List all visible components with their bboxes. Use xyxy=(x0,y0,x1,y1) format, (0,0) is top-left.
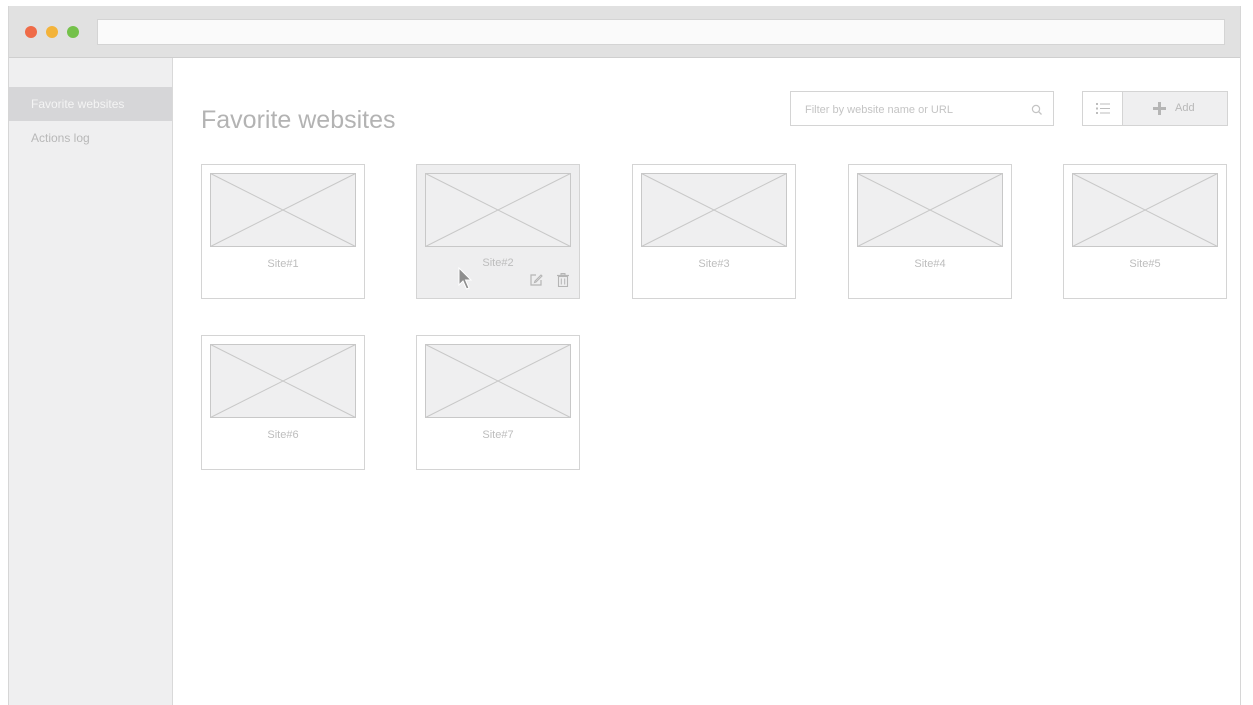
site-card-label: Site#2 xyxy=(482,257,514,269)
sidebar: Favorite websites Actions log xyxy=(9,58,173,705)
edit-icon[interactable] xyxy=(529,273,543,292)
address-bar[interactable] xyxy=(97,19,1225,45)
minimize-window-button[interactable] xyxy=(46,26,58,38)
site-card-label: Site#6 xyxy=(267,429,299,441)
search-box xyxy=(790,91,1054,126)
page-title: Favorite websites xyxy=(201,105,396,134)
add-button-label: Add xyxy=(1175,102,1195,114)
plus-icon xyxy=(1153,102,1166,120)
site-card-label: Site#5 xyxy=(1129,258,1161,270)
trash-icon[interactable] xyxy=(557,273,569,292)
site-card-label: Site#7 xyxy=(482,429,514,441)
toolbar-button-group: Add xyxy=(1082,91,1228,126)
sidebar-item-favorite-websites[interactable]: Favorite websites xyxy=(9,87,172,121)
search-input[interactable] xyxy=(803,100,1017,120)
image-placeholder-icon xyxy=(425,344,571,418)
site-card[interactable]: Site#7 xyxy=(416,335,580,470)
sidebar-item-actions-log[interactable]: Actions log xyxy=(9,121,172,155)
site-card-label: Site#4 xyxy=(914,258,946,270)
image-placeholder-icon xyxy=(210,173,356,247)
browser-titlebar xyxy=(9,6,1240,58)
site-card[interactable]: Site#1 xyxy=(201,164,365,299)
image-placeholder-icon xyxy=(641,173,787,247)
image-placeholder-icon xyxy=(857,173,1003,247)
main-content: Favorite websites Filter by website name… xyxy=(173,58,1240,705)
add-button[interactable]: Add xyxy=(1123,92,1227,125)
site-card-label: Site#3 xyxy=(698,258,730,270)
maximize-window-button[interactable] xyxy=(67,26,79,38)
search-icon[interactable] xyxy=(1031,103,1043,115)
mouse-cursor-icon xyxy=(458,266,474,296)
site-card[interactable]: Site#6 xyxy=(201,335,365,470)
list-view-button[interactable] xyxy=(1083,92,1123,125)
site-card[interactable]: Site#3 xyxy=(632,164,796,299)
image-placeholder-icon xyxy=(425,173,571,247)
site-card[interactable]: Site#2 xyxy=(416,164,580,299)
card-actions xyxy=(519,273,569,292)
site-card[interactable]: Site#4 xyxy=(848,164,1012,299)
site-card[interactable]: Site#5 xyxy=(1063,164,1227,299)
browser-window: Favorite websites Actions log Favorite w… xyxy=(8,6,1241,705)
close-window-button[interactable] xyxy=(25,26,37,38)
image-placeholder-icon xyxy=(210,344,356,418)
image-placeholder-icon xyxy=(1072,173,1218,247)
site-card-label: Site#1 xyxy=(267,258,299,270)
